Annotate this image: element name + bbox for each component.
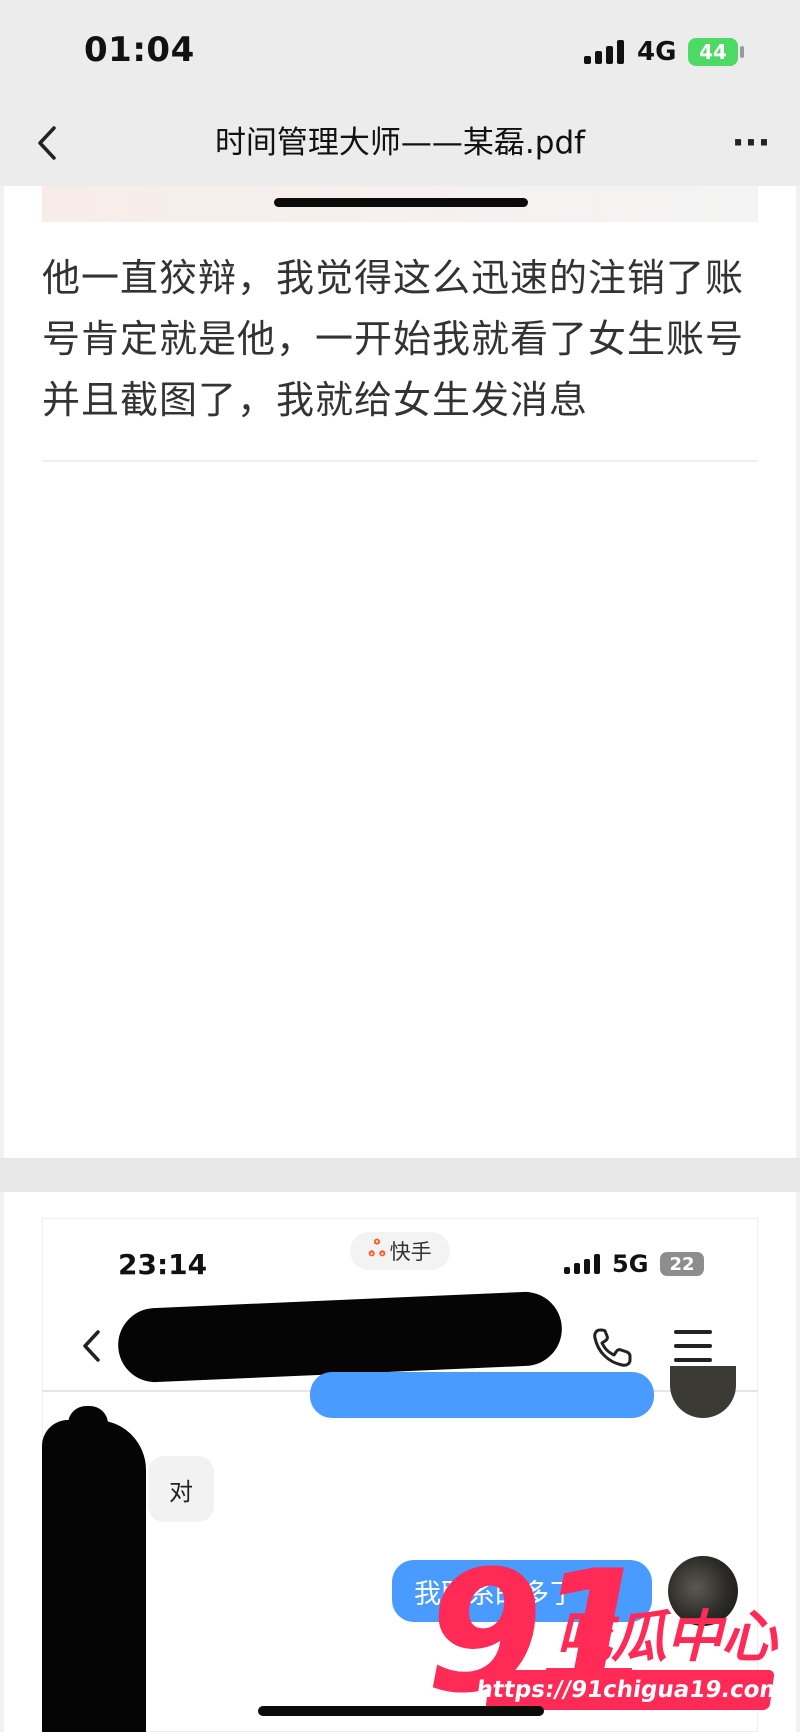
- page-separator: [0, 1158, 800, 1192]
- app-badge-label: 快手: [389, 1240, 432, 1264]
- message-bubble-other: 对: [148, 1456, 214, 1522]
- home-indicator: [274, 198, 528, 207]
- signal-icon: [584, 40, 624, 64]
- status-time: 01:04: [84, 30, 195, 70]
- network-type: 4G: [637, 37, 677, 67]
- watermark-url: https://91chigua19.com: [475, 1670, 785, 1710]
- app-badge: ஃ 快手: [350, 1232, 450, 1270]
- divider: [42, 460, 758, 462]
- document-paragraph: 他一直狡辩，我觉得这么迅速的注销了账号肯定就是他，一开始我就看了女生账号并且截图…: [42, 256, 745, 422]
- redacted-avatar: [42, 1420, 146, 1732]
- phone-icon: [593, 1328, 632, 1367]
- home-indicator: [258, 1706, 544, 1716]
- embedded-status-time: 23:14: [118, 1248, 208, 1281]
- menu-icon: [674, 1330, 712, 1362]
- embedded-signal-icon: [564, 1254, 600, 1274]
- battery-tip: [740, 46, 744, 58]
- more-button[interactable]: ···: [724, 120, 778, 166]
- message-bubble-self-partial: [310, 1372, 654, 1418]
- chevron-left-icon: [83, 1330, 100, 1362]
- embedded-network-type: 5G: [612, 1250, 649, 1278]
- back-button[interactable]: [32, 120, 62, 166]
- chevron-left-icon: [38, 126, 56, 160]
- page-title: 时间管理大师——某磊.pdf: [214, 125, 586, 161]
- kuaishou-icon: ஃ: [368, 1237, 386, 1262]
- battery-icon: 44: [688, 38, 738, 66]
- embedded-battery-icon: 22: [660, 1252, 704, 1276]
- watermark-name: 吃瓜中心: [556, 1605, 777, 1670]
- chat-back-button: [78, 1322, 106, 1370]
